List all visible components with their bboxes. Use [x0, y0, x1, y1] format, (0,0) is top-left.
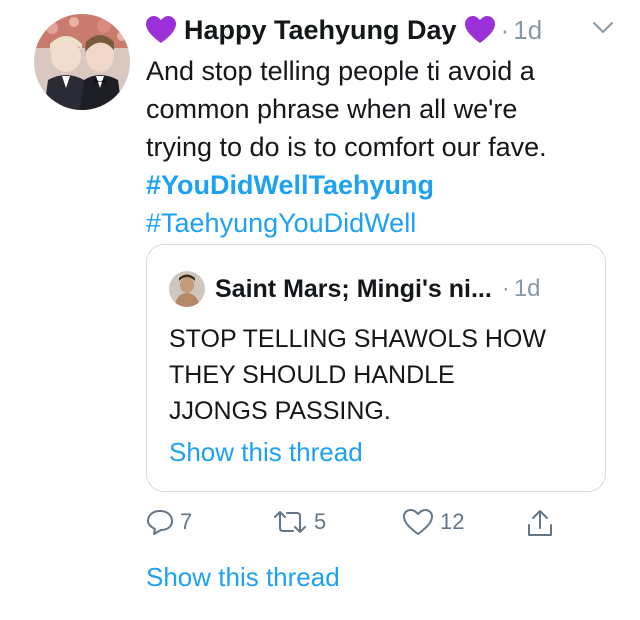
- quoted-tweet-card[interactable]: Saint Mars; Mingi's ni... · 1d STOP TELL…: [146, 244, 606, 492]
- quoted-text-line: STOP TELLING SHAWOLS HOW: [169, 325, 546, 353]
- quoted-show-thread-link[interactable]: Show this thread: [169, 437, 363, 468]
- quoted-avatar: [169, 271, 205, 307]
- like-icon: [402, 508, 434, 536]
- show-thread-link[interactable]: Show this thread: [146, 562, 340, 593]
- like-count: 12: [440, 509, 465, 534]
- avatar[interactable]: [34, 14, 130, 110]
- quoted-author-name[interactable]: Saint Mars; Mingi's ni...: [215, 275, 492, 304]
- retweet-icon: [272, 508, 308, 536]
- quoted-text-line: THEY SHOULD HANDLE: [169, 361, 455, 389]
- quoted-tweet-text: STOP TELLING SHAWOLS HOW THEY SHOULD HAN…: [169, 321, 589, 429]
- quoted-timestamp: 1d: [513, 275, 541, 302]
- like-button[interactable]: 12: [402, 508, 464, 536]
- share-icon: [526, 508, 554, 538]
- quoted-tweet-header: Saint Mars; Mingi's ni... · 1d: [169, 271, 541, 307]
- hashtag-link[interactable]: #YouDidWellTaehyung: [146, 166, 616, 204]
- chevron-down-icon[interactable]: [592, 20, 614, 36]
- separator-dot: ·: [501, 275, 510, 302]
- tweet-text-line: common phrase when all we're: [146, 94, 518, 124]
- separator-dot: ·: [500, 14, 510, 45]
- reply-icon: [146, 508, 174, 536]
- retweet-button[interactable]: 5: [272, 508, 326, 536]
- retweet-count: 5: [314, 509, 327, 534]
- reply-count: 7: [180, 509, 193, 534]
- purple-heart-icon: [464, 16, 495, 44]
- tweet-text-line: And stop telling people ti avoid a: [146, 56, 535, 86]
- action-bar: 7 5 12: [146, 508, 616, 548]
- purple-heart-icon: [146, 16, 176, 44]
- tweet-text: And stop telling people ti avoid a commo…: [146, 52, 616, 242]
- author-name[interactable]: Happy Taehyung Day: [184, 15, 457, 46]
- share-button[interactable]: [526, 508, 554, 538]
- hashtag-link[interactable]: #TaehyungYouDidWell: [146, 204, 616, 242]
- reply-button[interactable]: 7: [146, 508, 192, 536]
- timestamp[interactable]: 1d: [513, 15, 542, 46]
- tweet-text-line: trying to do is to comfort our fave.: [146, 132, 547, 162]
- quoted-text-line: JJONGS PASSING.: [169, 397, 391, 425]
- tweet-header: Happy Taehyung Day · 1d: [146, 10, 626, 50]
